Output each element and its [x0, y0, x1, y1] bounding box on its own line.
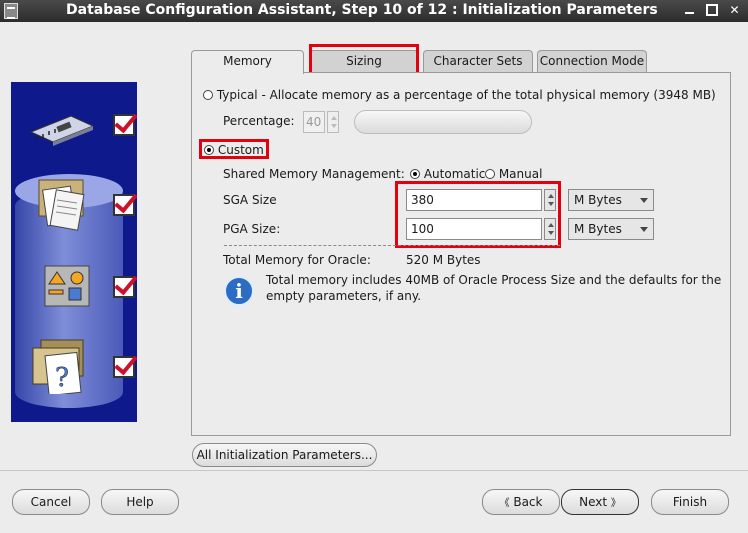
window-title: Database Configuration Assistant, Step 1… — [66, 2, 658, 18]
question-document-icon: ? — [32, 339, 84, 394]
pga-unit-select[interactable]: M Bytes — [568, 218, 654, 240]
step-help: ? — [11, 332, 137, 402]
tab-connection-mode[interactable]: Connection Mode — [537, 50, 647, 72]
close-icon[interactable]: ✕ — [728, 4, 741, 17]
step-complete-check-icon — [113, 356, 135, 378]
maximize-icon[interactable] — [706, 4, 718, 16]
documents-folder-icon — [38, 179, 85, 231]
smm-manual-radio[interactable] — [485, 169, 495, 179]
info-text-line2: empty parameters, if any. — [266, 289, 422, 303]
step-memory — [11, 92, 137, 162]
app-menu-icon[interactable] — [4, 3, 18, 19]
typical-label: Typical - Allocate memory as a percentag… — [216, 88, 716, 102]
info-text-line1: Total memory includes 40MB of Oracle Pro… — [266, 273, 722, 287]
next-button[interactable]: Next 》 — [561, 489, 639, 515]
tab-character-sets[interactable]: Character Sets — [423, 50, 533, 72]
total-memory-value: 520 M Bytes — [406, 253, 481, 267]
smm-automatic-radio[interactable] — [410, 169, 420, 179]
next-arrow-icon: 》 — [610, 498, 621, 509]
pga-label: PGA Size: — [223, 222, 281, 236]
sga-unit-select[interactable]: M Bytes — [568, 189, 654, 211]
step-complete-check-icon — [113, 194, 135, 216]
total-memory-label: Total Memory for Oracle: — [223, 253, 371, 267]
minimize-icon[interactable] — [683, 4, 696, 17]
custom-highlight — [199, 139, 269, 159]
title-bar[interactable]: Database Configuration Assistant, Step 1… — [0, 0, 748, 22]
step-shapes — [11, 250, 137, 320]
back-label: Back — [513, 495, 543, 509]
chevron-down-icon — [640, 198, 648, 203]
back-arrow-icon: 《 — [499, 498, 510, 509]
memory-chip-icon — [29, 115, 95, 146]
pga-unit-value: M Bytes — [574, 222, 622, 236]
tab-memory[interactable]: Memory — [191, 50, 304, 74]
sga-unit-value: M Bytes — [574, 193, 622, 207]
smm-automatic-label: Automatic — [423, 167, 486, 181]
smm-automatic-option[interactable]: Automatic — [410, 167, 485, 181]
percentage-field[interactable]: 40 — [303, 111, 325, 133]
cancel-button[interactable]: Cancel — [12, 489, 90, 515]
typical-option[interactable]: Typical - Allocate memory as a percentag… — [203, 88, 716, 102]
show-memory-distribution-button[interactable] — [354, 110, 532, 134]
smm-manual-option[interactable]: Manual — [485, 167, 542, 181]
divider — [0, 470, 748, 471]
sga-label: SGA Size — [223, 193, 277, 207]
smm-label: Shared Memory Management: — [223, 167, 405, 181]
help-button[interactable]: Help — [101, 489, 179, 515]
chevron-down-icon — [640, 227, 648, 232]
percentage-spinner[interactable] — [327, 111, 339, 133]
percentage-label: Percentage: — [223, 114, 295, 128]
finish-button[interactable]: Finish — [651, 489, 729, 515]
wizard-steps-panel: ? — [11, 82, 137, 422]
step-files — [11, 170, 137, 240]
smm-manual-label: Manual — [498, 167, 543, 181]
step-complete-check-icon — [113, 114, 135, 136]
typical-radio[interactable] — [203, 90, 213, 100]
back-button[interactable]: 《 Back — [482, 489, 560, 515]
svg-text:?: ? — [55, 363, 69, 393]
size-fields-highlight — [395, 181, 561, 248]
all-initialization-parameters-button[interactable]: All Initialization Parameters... — [192, 443, 377, 467]
info-icon: i — [224, 276, 254, 306]
step-complete-check-icon — [113, 276, 135, 298]
shapes-panel-icon — [44, 265, 90, 307]
dbca-window: Database Configuration Assistant, Step 1… — [0, 0, 748, 533]
next-label: Next — [579, 495, 608, 509]
divider — [224, 245, 560, 246]
